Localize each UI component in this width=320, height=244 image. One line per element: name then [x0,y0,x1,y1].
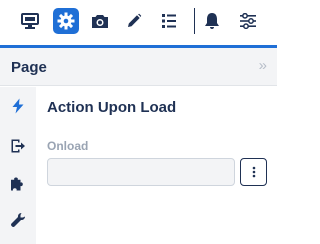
toolbar-divider [194,8,195,34]
settings-button[interactable] [53,8,79,34]
panel-title: Page [11,59,47,76]
rail-item-plugins[interactable] [8,174,28,194]
top-toolbar [0,0,277,48]
collapse-panel-button[interactable]: » [259,58,267,74]
rail-item-tools[interactable] [8,210,28,230]
sliders-icon [240,13,256,29]
vertical-dots-icon [252,166,255,178]
options-button[interactable] [235,8,261,34]
rail-item-exit[interactable] [8,136,28,156]
settings-rail [0,87,36,244]
gear-icon [57,12,75,30]
bell-icon [205,13,219,29]
rail-item-events[interactable] [8,96,28,116]
list-icon [162,14,176,28]
list-button[interactable] [156,8,182,34]
onload-input[interactable] [47,158,235,186]
camera-icon [92,15,108,28]
puzzle-icon [11,177,23,191]
edit-button[interactable] [121,8,147,34]
exit-icon [11,139,25,153]
screenshot-button[interactable] [87,8,113,34]
wrench-icon [11,213,25,227]
onload-options-button[interactable] [240,158,267,186]
lightning-icon [12,98,24,114]
onload-label: Onload [47,139,89,153]
desktop-preview-icon [21,13,39,29]
pencil-icon [128,13,142,27]
section-title: Action Upon Load [47,99,177,116]
desktop-preview-button[interactable] [17,8,43,34]
notifications-button[interactable] [199,8,225,34]
panel-header: Page » [0,48,277,86]
